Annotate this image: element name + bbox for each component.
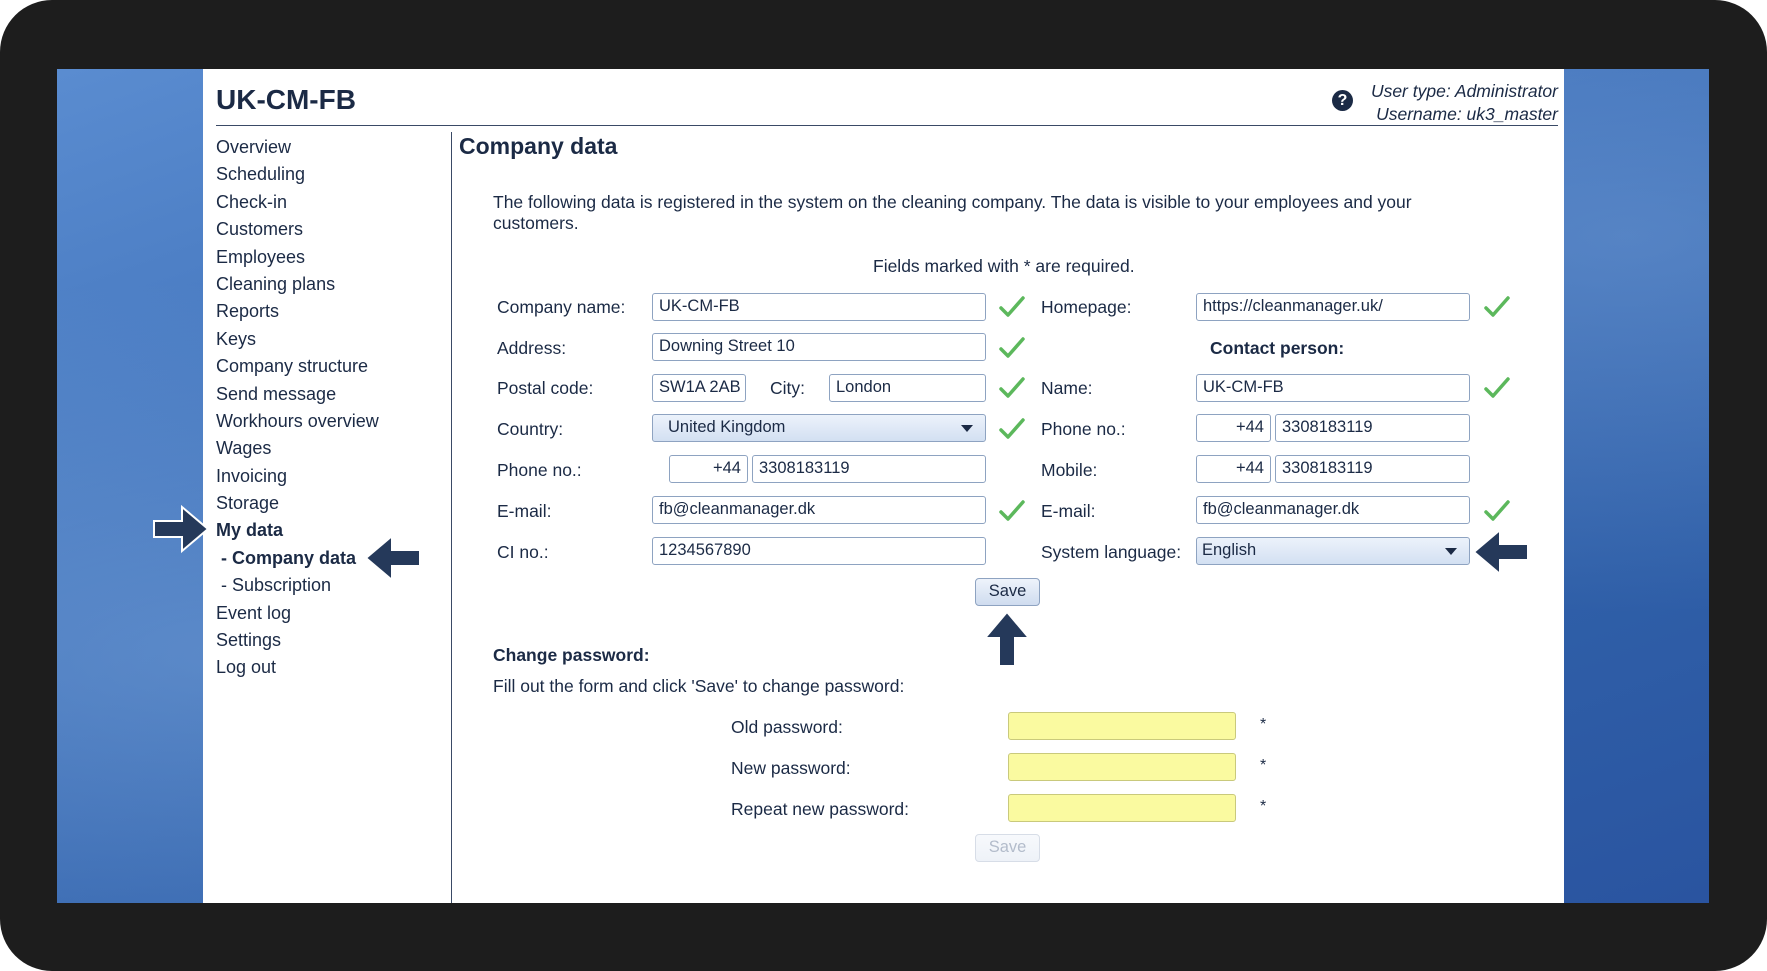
- check-icon: [999, 377, 1025, 398]
- nav-item-log-out[interactable]: Log out: [216, 654, 379, 681]
- nav-item-subscription[interactable]: - Subscription: [216, 572, 379, 599]
- contact-phone-prefix-input[interactable]: +44: [1196, 414, 1271, 442]
- contact-phone-input[interactable]: 3308183119: [1275, 414, 1470, 442]
- city-label: City:: [770, 378, 805, 398]
- device-frame: UK-CM-FB ? User type: Administrator User…: [0, 0, 1767, 971]
- email-input[interactable]: fb@cleanmanager.dk: [652, 496, 986, 524]
- user-type: User type: Administrator: [1370, 81, 1558, 101]
- nav-item-event-log[interactable]: Event log: [216, 600, 379, 627]
- country-select[interactable]: United Kingdom: [652, 414, 986, 442]
- ci-number-label: CI no.:: [497, 542, 549, 562]
- nav-item-send-message[interactable]: Send message: [216, 381, 379, 408]
- header-divider: [216, 125, 1558, 126]
- intro-text: The following data is registered in the …: [493, 192, 1412, 233]
- address-input[interactable]: Downing Street 10: [652, 333, 986, 361]
- required-note: Fields marked with * are required.: [873, 256, 1135, 276]
- nav-item-storage[interactable]: Storage: [216, 490, 379, 517]
- nav-item-reports[interactable]: Reports: [216, 298, 379, 325]
- ci-number-input[interactable]: 1234567890: [652, 537, 986, 565]
- new-password-label: New password:: [731, 758, 851, 778]
- homepage-input[interactable]: https://cleanmanager.uk/: [1196, 293, 1470, 321]
- mobile-input[interactable]: 3308183119: [1275, 455, 1470, 483]
- company-name-label: Company name:: [497, 297, 626, 317]
- contact-name-input[interactable]: UK-CM-FB: [1196, 374, 1470, 402]
- required-mark: *: [1260, 757, 1267, 774]
- app-window: UK-CM-FB ? User type: Administrator User…: [203, 69, 1564, 903]
- nav-item-employees[interactable]: Employees: [216, 244, 379, 271]
- check-icon: [1484, 296, 1510, 317]
- check-icon: [999, 500, 1025, 521]
- postal-code-input[interactable]: SW1A 2AB: [652, 374, 746, 402]
- repeat-password-label: Repeat new password:: [731, 799, 910, 819]
- homepage-label: Homepage:: [1041, 297, 1132, 317]
- check-icon: [1484, 500, 1510, 521]
- contact-name-label: Name:: [1041, 378, 1093, 398]
- phone-label: Phone no.:: [497, 460, 582, 480]
- nav-item-company-data[interactable]: - Company data: [216, 545, 379, 572]
- nav-item-customers[interactable]: Customers: [216, 216, 379, 243]
- username: Username: uk3_master: [1376, 104, 1558, 124]
- arrow-up-icon: [982, 610, 1032, 667]
- nav-item-overview[interactable]: Overview: [216, 134, 379, 161]
- system-language-select[interactable]: English: [1196, 537, 1470, 565]
- nav-item-keys[interactable]: Keys: [216, 326, 379, 353]
- system-language-value: English: [1202, 541, 1257, 559]
- nav-item-wages[interactable]: Wages: [216, 435, 379, 462]
- chevron-down-icon: [961, 425, 973, 432]
- postal-code-label: Postal code:: [497, 378, 594, 398]
- country-value: United Kingdom: [668, 418, 786, 436]
- company-name-input[interactable]: UK-CM-FB: [652, 293, 986, 321]
- nav-item-workhours-overview[interactable]: Workhours overview: [216, 408, 379, 435]
- nav-item-check-in[interactable]: Check-in: [216, 189, 379, 216]
- chevron-down-icon: [1445, 548, 1457, 555]
- page-title: Company data: [459, 133, 618, 159]
- city-input[interactable]: London: [829, 374, 986, 402]
- nav-item-invoicing[interactable]: Invoicing: [216, 463, 379, 490]
- country-label: Country:: [497, 419, 564, 439]
- check-icon: [999, 337, 1025, 358]
- old-password-label: Old password:: [731, 717, 843, 737]
- contact-phone-label: Phone no.:: [1041, 419, 1126, 439]
- check-icon: [999, 296, 1025, 317]
- required-mark: *: [1260, 716, 1267, 733]
- app-title: UK-CM-FB: [216, 84, 356, 115]
- phone-prefix-input[interactable]: +44: [669, 455, 748, 483]
- mobile-label: Mobile:: [1041, 460, 1098, 480]
- nav-item-company-structure[interactable]: Company structure: [216, 353, 379, 380]
- save-button[interactable]: Save: [975, 578, 1040, 606]
- contact-email-input[interactable]: fb@cleanmanager.dk: [1196, 496, 1470, 524]
- arrow-right-icon: [153, 504, 210, 554]
- nav-item-settings[interactable]: Settings: [216, 627, 379, 654]
- repeat-password-input[interactable]: [1008, 794, 1236, 822]
- change-password-heading: Change password:: [493, 645, 650, 665]
- system-language-label: System language:: [1041, 542, 1182, 562]
- contact-email-label: E-mail:: [1041, 501, 1096, 521]
- nav-item-my-data[interactable]: My data: [216, 517, 379, 544]
- nav-item-cleaning-plans[interactable]: Cleaning plans: [216, 271, 379, 298]
- sidebar-nav: Overview Scheduling Check-in Customers E…: [216, 134, 379, 682]
- email-label: E-mail:: [497, 501, 552, 521]
- change-password-instruction: Fill out the form and click 'Save' to ch…: [493, 676, 905, 696]
- required-mark: *: [1260, 798, 1267, 815]
- check-icon: [1484, 377, 1510, 398]
- sidebar-divider: [451, 132, 452, 903]
- new-password-input[interactable]: [1008, 753, 1236, 781]
- arrow-left-icon: [364, 533, 421, 583]
- check-icon: [999, 418, 1025, 439]
- contact-person-heading: Contact person:: [1210, 338, 1345, 358]
- arrow-left-icon: [1472, 527, 1529, 577]
- address-label: Address:: [497, 338, 567, 358]
- mobile-prefix-input[interactable]: +44: [1196, 455, 1271, 483]
- password-save-button[interactable]: Save: [975, 834, 1040, 862]
- nav-item-scheduling[interactable]: Scheduling: [216, 161, 379, 188]
- user-info: User type: Administrator Username: uk3_m…: [1371, 80, 1558, 126]
- help-icon[interactable]: ?: [1332, 90, 1353, 111]
- old-password-input[interactable]: [1008, 712, 1236, 740]
- phone-input[interactable]: 3308183119: [752, 455, 986, 483]
